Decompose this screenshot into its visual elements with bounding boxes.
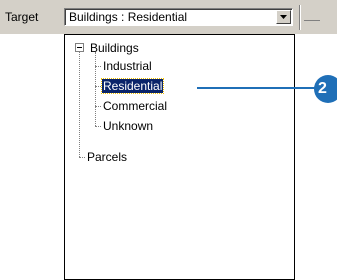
tree-item-buildings[interactable]: Buildings	[89, 41, 140, 55]
target-combobox-value: Buildings : Residential	[69, 10, 188, 24]
target-dropdown-button[interactable]	[276, 10, 291, 24]
callout-leader-line	[197, 87, 317, 89]
tree-connector	[95, 52, 96, 126]
tree-connector	[95, 66, 101, 67]
tree-connector	[79, 52, 80, 157]
tree-item-parcels[interactable]: Parcels	[86, 150, 128, 164]
toolbar-separator	[299, 5, 301, 30]
tree-item-commercial[interactable]: Commercial	[102, 99, 168, 113]
callout-number-badge: 2	[314, 75, 337, 103]
editor-toolbar: Target Buildings : Residential	[0, 0, 337, 34]
tree-connector	[95, 106, 101, 107]
tree-connector	[79, 157, 85, 158]
target-label: Target	[5, 10, 39, 24]
tree-item-industrial[interactable]: Industrial	[102, 59, 153, 73]
tree-item-residential[interactable]: Residential	[100, 78, 165, 94]
target-dropdown-list[interactable]: Buildings Industrial Residential Commerc…	[64, 34, 295, 280]
tree-connector	[95, 86, 101, 87]
minus-box-icon[interactable]	[75, 43, 84, 52]
chevron-down-icon	[280, 15, 287, 19]
tree-item-unknown[interactable]: Unknown	[102, 119, 154, 133]
tree-connector	[95, 126, 101, 127]
target-combobox[interactable]: Buildings : Residential	[64, 8, 293, 26]
toolbar-edge	[304, 20, 320, 21]
